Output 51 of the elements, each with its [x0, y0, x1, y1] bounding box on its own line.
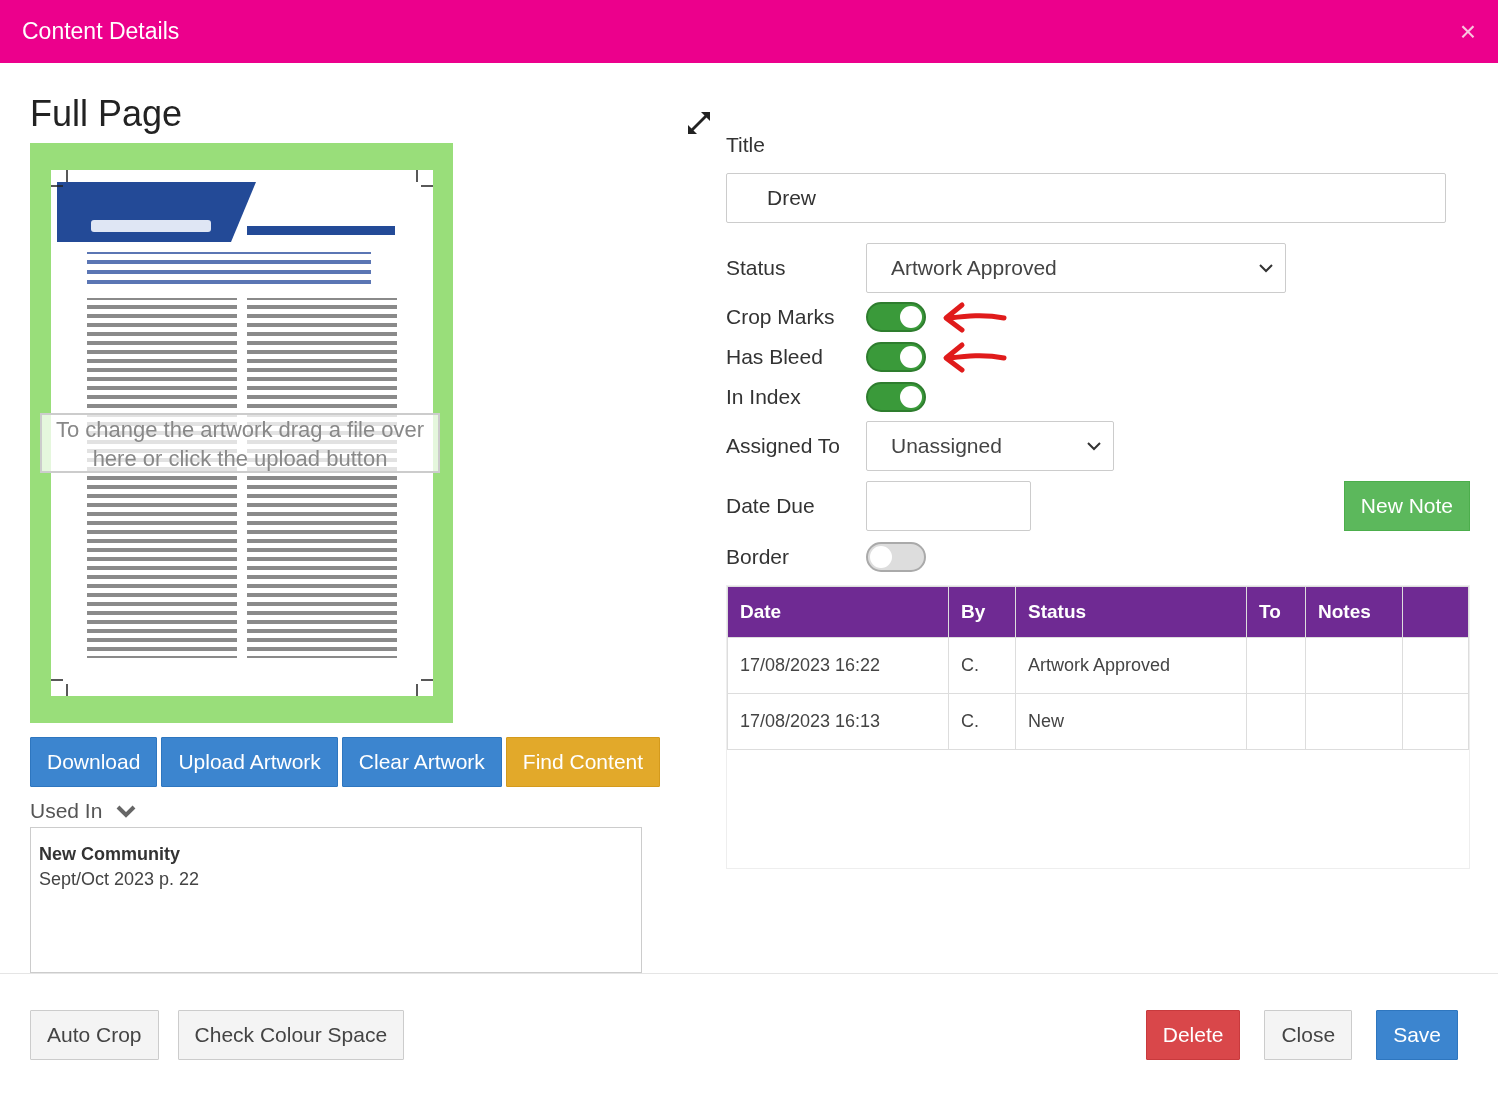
footer-button[interactable]: Close	[1264, 1010, 1353, 1060]
toggle-switch[interactable]	[866, 382, 926, 412]
action-button[interactable]: Clear Artwork	[341, 737, 502, 788]
used-in-label: Used In	[30, 799, 103, 824]
date-field[interactable]	[866, 481, 1031, 531]
table-cell: 17/08/2023 16:22	[727, 637, 949, 694]
field-label: In Index	[726, 385, 802, 409]
column-header: Status	[1015, 586, 1247, 638]
close-button[interactable]: ×	[1459, 15, 1476, 48]
toggle-switch[interactable]	[866, 542, 926, 572]
field-label: Assigned To	[726, 434, 842, 458]
field-label: Status	[726, 256, 787, 280]
section-heading: Full Page	[30, 93, 183, 135]
artwork-preview[interactable]: To change the artwork drag a file over here or click the upload button	[30, 143, 453, 724]
field-label: Has Bleed	[726, 345, 824, 369]
table-cell	[1246, 637, 1306, 694]
field-label: Date Due	[726, 494, 816, 518]
select-field[interactable]: Artwork Approved	[866, 243, 1286, 293]
column-header: Notes	[1305, 586, 1403, 638]
publication-issue: Sept/Oct 2023 p. 22	[39, 869, 201, 891]
field-label: Border	[726, 545, 791, 569]
field-label: Crop Marks	[726, 305, 836, 329]
footer-button[interactable]: Save	[1376, 1010, 1458, 1060]
select-field[interactable]: Unassigned	[866, 421, 1114, 471]
toggle-switch[interactable]	[866, 302, 926, 332]
column-header: By	[948, 586, 1016, 638]
field-label: Title	[726, 133, 766, 157]
action-button[interactable]: Upload Artwork	[161, 737, 338, 788]
footer-button[interactable]: Check Colour Space	[177, 1010, 405, 1060]
table-cell: C.	[948, 693, 1016, 750]
title-field[interactable]: Drew	[726, 173, 1446, 223]
action-button[interactable]: Download	[30, 737, 158, 788]
table-cell: 17/08/2023 16:13	[727, 693, 949, 750]
caret-icon	[1259, 263, 1273, 273]
publication-name: New Community	[39, 844, 181, 866]
table-cell	[1246, 693, 1306, 750]
footer-button[interactable]: Auto Crop	[30, 1010, 159, 1060]
upload-hint: To change the artwork drag a file over here or click the upload button	[40, 413, 440, 473]
table-cell: Artwork Approved	[1015, 637, 1247, 694]
footer-button[interactable]: Delete	[1145, 1010, 1241, 1060]
new-note-button[interactable]: New Note	[1343, 481, 1470, 531]
column-header: Date	[727, 586, 949, 638]
toggle-switch[interactable]	[866, 342, 926, 372]
caret-icon	[1087, 441, 1101, 451]
action-button[interactable]: Find Content	[505, 737, 661, 788]
table-cell: New	[1015, 693, 1247, 750]
column-header: To	[1246, 586, 1306, 638]
table-cell: C.	[948, 637, 1016, 694]
expand-icon[interactable]	[686, 110, 712, 136]
dialog-title: Content Details	[22, 18, 180, 45]
chevron-icon[interactable]	[116, 804, 137, 819]
